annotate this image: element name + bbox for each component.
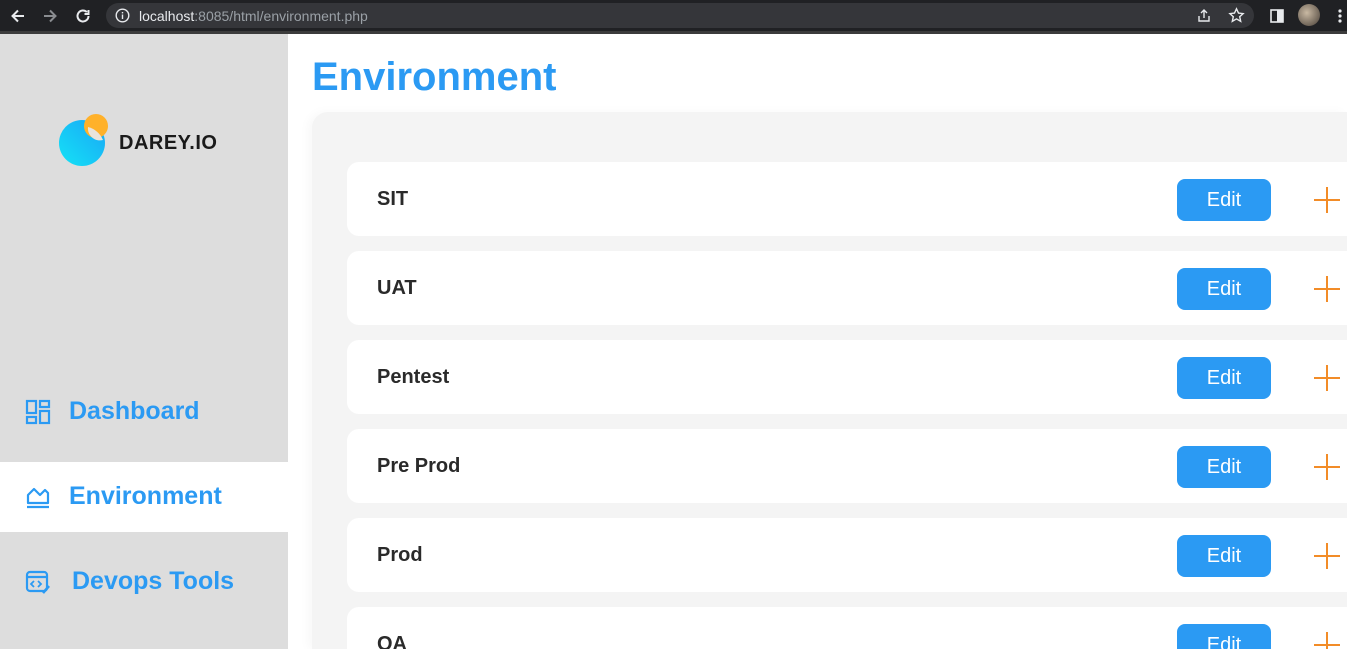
url-text: localhost:8085/html/environment.php (139, 8, 368, 24)
sidebar-item-devops-tools[interactable]: Devops Tools (0, 547, 288, 617)
environment-card-qa: QA Edit (347, 607, 1347, 649)
chart-icon (26, 487, 50, 509)
info-icon[interactable] (115, 8, 130, 23)
environment-card-sit: SIT Edit (347, 162, 1347, 236)
environment-name: UAT (377, 277, 417, 299)
brand-logo[interactable]: DAREY.IO (58, 114, 238, 168)
brand-name: DAREY.IO (119, 132, 218, 154)
environment-card-prod: Prod Edit (347, 518, 1347, 592)
reload-icon[interactable] (71, 4, 95, 28)
sidebar-item-environment[interactable]: Environment (0, 462, 288, 532)
environment-name: Pre Prod (377, 455, 461, 477)
sidebar: DAREY.IO Dashboard Environment Devops To… (0, 34, 288, 649)
share-icon[interactable] (1196, 8, 1212, 24)
plus-icon[interactable] (1313, 364, 1341, 392)
environment-name: Pentest (377, 366, 450, 388)
browser-toolbar: localhost:8085/html/environment.php (0, 0, 1347, 31)
devops-tools-icon (25, 570, 50, 594)
edit-button[interactable]: Edit (1177, 446, 1271, 488)
plus-icon[interactable] (1313, 631, 1341, 649)
plus-icon[interactable] (1313, 186, 1341, 214)
plus-icon[interactable] (1313, 453, 1341, 481)
menu-kebab-icon[interactable] (1328, 4, 1347, 28)
environment-card-uat: UAT Edit (347, 251, 1347, 325)
sidebar-item-dashboard[interactable]: Dashboard (0, 377, 288, 447)
environment-card-pentest: Pentest Edit (347, 340, 1347, 414)
address-bar[interactable]: localhost:8085/html/environment.php (106, 3, 1254, 28)
edit-button[interactable]: Edit (1177, 535, 1271, 577)
plus-icon[interactable] (1313, 542, 1341, 570)
sidebar-item-label: Devops Tools (72, 567, 235, 595)
edit-button[interactable]: Edit (1177, 357, 1271, 399)
logo-mark-icon (59, 114, 108, 166)
forward-icon[interactable] (38, 4, 62, 28)
plus-icon[interactable] (1313, 275, 1341, 303)
bookmark-star-icon[interactable] (1228, 7, 1245, 24)
page-title: Environment (312, 55, 557, 99)
edit-button[interactable]: Edit (1177, 624, 1271, 649)
dashboard-icon (25, 399, 51, 425)
edit-button[interactable]: Edit (1177, 268, 1271, 310)
profile-avatar[interactable] (1298, 4, 1320, 26)
environment-name: SIT (377, 188, 409, 210)
sidebar-item-label: Dashboard (69, 397, 200, 425)
environment-card-pre-prod: Pre Prod Edit (347, 429, 1347, 503)
environment-name: Prod (377, 544, 423, 566)
sidebar-item-label: Environment (69, 482, 222, 510)
side-panel-icon[interactable] (1265, 4, 1289, 28)
edit-button[interactable]: Edit (1177, 179, 1271, 221)
environment-name: QA (377, 633, 407, 649)
back-icon[interactable] (6, 4, 30, 28)
